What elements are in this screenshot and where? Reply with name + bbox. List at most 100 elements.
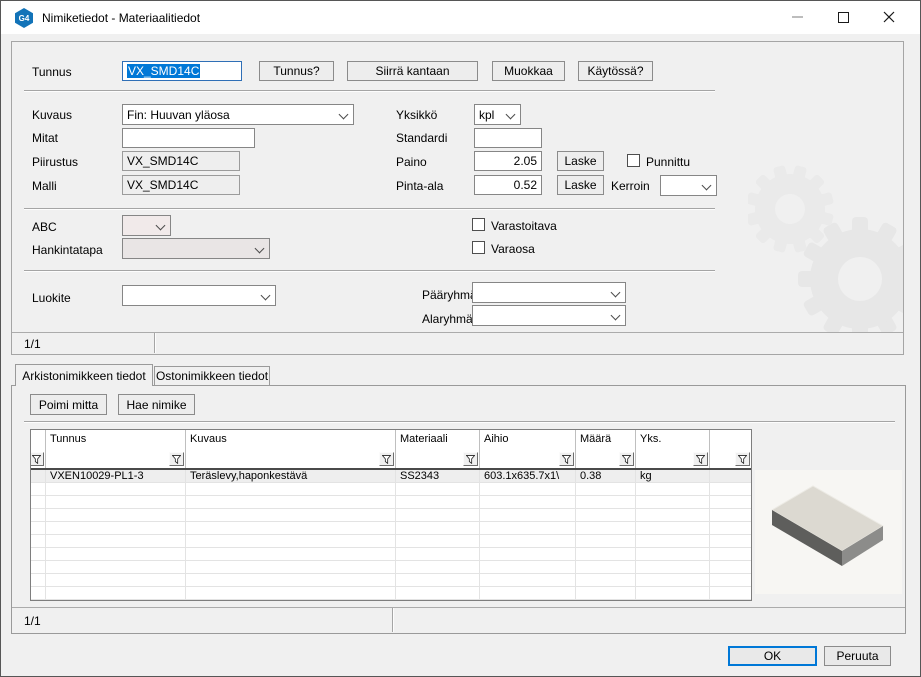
varastoitava-checkbox[interactable] [472,218,485,231]
poimi-mitta-button[interactable]: Poimi mitta [30,394,107,415]
peruuta-button[interactable]: Peruuta [824,646,891,666]
separator [24,208,715,210]
table-row[interactable] [31,535,751,548]
filter-icon[interactable] [379,452,394,466]
close-icon [883,11,895,23]
cell [31,535,46,548]
maximize-button[interactable] [820,1,866,33]
pinta-ala-input[interactable]: 0.52 [474,175,542,195]
luokite-label: Luokite [32,291,71,305]
title-bar[interactable]: G4 Nimiketiedot - Materiaalitiedot [1,1,920,34]
table-row[interactable] [31,496,751,509]
column-header[interactable]: Kuvaus [186,430,396,468]
mitat-input[interactable] [122,128,255,148]
cell [710,483,751,496]
cell [186,509,396,522]
cell [480,548,576,561]
ok-button[interactable]: OK [728,646,817,666]
alaryhma-combobox[interactable] [472,305,626,326]
cell [636,483,710,496]
close-button[interactable] [866,1,912,33]
kaytossa-button[interactable]: Käytössä? [578,61,653,81]
filter-icon[interactable] [693,452,708,466]
cell [480,483,576,496]
column-header[interactable]: Tunnus [46,430,186,468]
standardi-input[interactable] [474,128,542,148]
chevron-down-icon [255,244,265,254]
varaosa-checkbox[interactable] [472,241,485,254]
cell [636,535,710,548]
chevron-down-icon [611,311,621,321]
cell: 0.38 [576,470,636,483]
column-header[interactable]: Yks. [636,430,710,468]
cell: 603.1x635.7x1\ [480,470,576,483]
grid-status-bar: 1/1 [12,607,905,633]
chevron-down-icon [261,291,271,301]
tab-arkistonimikkeen-tiedot[interactable]: Arkistonimikkeen tiedot [15,364,153,386]
filter-icon[interactable] [169,452,184,466]
cell [186,587,396,600]
hankintatapa-combobox[interactable] [122,238,270,259]
column-header[interactable]: Materiaali [396,430,480,468]
abc-combobox[interactable] [122,215,171,236]
table-row[interactable] [31,483,751,496]
status-divider [154,333,156,353]
column-header[interactable]: Aihio [480,430,576,468]
kerroin-combobox[interactable] [660,175,717,196]
cell [636,587,710,600]
tunnus-query-button[interactable]: Tunnus? [259,61,334,81]
table-row[interactable] [31,509,751,522]
maximize-icon [838,12,849,23]
cell [31,561,46,574]
cell [480,535,576,548]
paaryhma-combobox[interactable] [472,282,626,303]
muokkaa-button[interactable]: Muokkaa [492,61,565,81]
filter-icon[interactable] [619,452,634,466]
column-header-label: Tunnus [50,433,86,445]
punnittu-checkbox[interactable] [627,154,640,167]
cell [480,509,576,522]
table-row[interactable] [31,561,751,574]
hae-nimike-button[interactable]: Hae nimike [118,394,195,415]
table-row[interactable] [31,522,751,535]
filter-icon[interactable] [30,452,44,466]
filter-icon[interactable] [559,452,574,466]
separator [24,90,715,92]
cell [396,509,480,522]
punnittu-label: Punnittu [646,155,690,169]
cell [576,574,636,587]
cell [186,548,396,561]
filter-icon[interactable] [735,452,750,466]
malli-label: Malli [32,179,57,193]
status-divider [392,608,394,632]
form-status-bar: 1/1 [12,332,903,354]
table-row[interactable] [31,574,751,587]
minimize-icon [792,16,803,18]
yksikko-combobox[interactable]: kpl [474,104,521,125]
column-header[interactable]: Määrä [576,430,636,468]
cell [710,470,751,483]
cell [576,509,636,522]
column-header-label: Yks. [640,433,661,445]
siirra-kantaan-button[interactable]: Siirrä kantaan [347,61,478,81]
cell [396,561,480,574]
cell [576,587,636,600]
cell [46,587,186,600]
laske-pinta-ala-button[interactable]: Laske [557,175,604,195]
tunnus-input[interactable]: VX_SMD14C [122,61,242,81]
cell [31,548,46,561]
tab-ostonimikkeen-tiedot[interactable]: Ostonimikkeen tiedot [154,366,270,385]
luokite-combobox[interactable] [122,285,276,306]
filter-icon[interactable] [463,452,478,466]
cell [46,496,186,509]
table-row[interactable] [31,587,751,600]
table-row[interactable]: VXEN10029-PL1-3Teräslevy,haponkestäväSS2… [31,470,751,483]
table-row[interactable] [31,548,751,561]
cell [46,548,186,561]
paino-input[interactable]: 2.05 [474,151,542,171]
chevron-down-icon [611,288,621,298]
tunnus-selected-text: VX_SMD14C [127,64,200,78]
laske-paino-button[interactable]: Laske [557,151,604,171]
chevron-down-icon [339,110,349,120]
kuvaus-combobox[interactable]: Fin: Huuvan yläosa [122,104,354,125]
